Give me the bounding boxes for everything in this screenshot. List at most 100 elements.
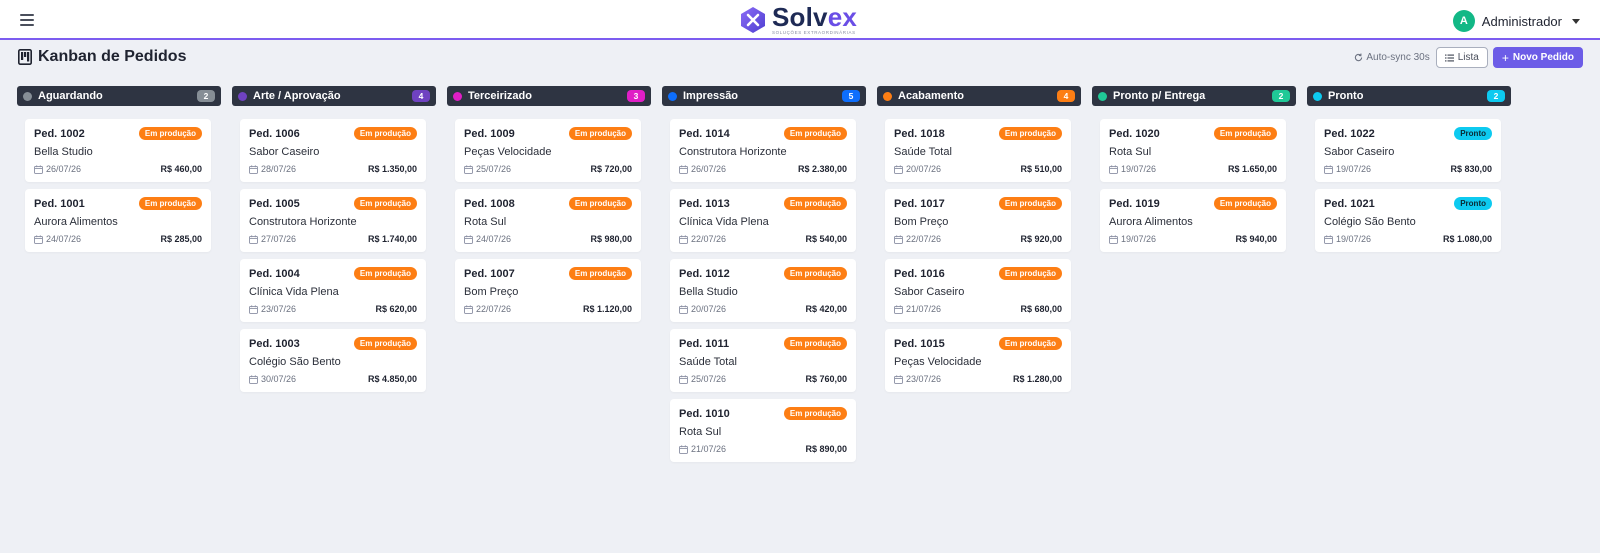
order-card[interactable]: Ped. 1006 Em produção Sabor Caseiro 28/07/2…: [240, 119, 426, 182]
order-id: Ped. 1006: [249, 128, 300, 140]
order-date-text: 23/07/26: [906, 374, 942, 384]
order-card[interactable]: Ped. 1018 Em produção Saúde Total 20/07/26 R…: [885, 119, 1071, 182]
user-name: Administrador: [1481, 13, 1562, 29]
order-date-text: 20/07/26: [906, 164, 942, 174]
calendar-icon: [679, 304, 688, 314]
order-date: 28/07/26: [249, 164, 296, 174]
column-count-badge: 2: [1487, 90, 1505, 102]
kanban-board: Aguardando 2 Ped. 1002 Em produção Bella Stu…: [17, 86, 1522, 469]
order-date-text: 22/07/26: [691, 234, 727, 244]
column-header[interactable]: Acabamento 4: [877, 86, 1081, 106]
order-id: Ped. 1011: [679, 338, 730, 350]
order-card[interactable]: Ped. 1016 Em produção Sabor Caseiro 21/07/2…: [885, 259, 1071, 322]
status-badge: Em produção: [568, 267, 632, 280]
order-date: 19/07/26: [1324, 164, 1371, 174]
user-menu[interactable]: A Administrador: [1452, 10, 1580, 32]
order-id: Ped. 1003: [249, 338, 300, 350]
order-card[interactable]: Ped. 1007 Em produção Bom Preço 22/07/26 R$ …: [455, 259, 641, 322]
order-card[interactable]: Ped. 1017 Em produção Bom Preço 22/07/26 R$ …: [885, 189, 1071, 252]
order-value: R$ 920,00: [1020, 234, 1062, 244]
order-id: Ped. 1004: [249, 268, 300, 280]
client-name: Aurora Alimentos: [34, 216, 118, 228]
order-card[interactable]: Ped. 1004 Em produção Clínica Vida Plena 23…: [240, 259, 426, 322]
list-icon: [1444, 54, 1454, 61]
kanban-column: Impressão 5 Ped. 1014 Em produção Construtor…: [662, 86, 866, 469]
calendar-icon: [1109, 234, 1118, 244]
order-value: R$ 980,00: [590, 234, 632, 244]
order-date-text: 22/07/26: [476, 304, 512, 314]
order-id: Ped. 1010: [679, 408, 730, 420]
order-card[interactable]: Ped. 1022 Pronto Sabor Caseiro 19/07/26 R$ 8…: [1315, 119, 1501, 182]
order-date: 19/07/26: [1324, 234, 1371, 244]
order-id: Ped. 1012: [679, 268, 730, 280]
list-view-label: Lista: [1457, 52, 1479, 63]
order-card[interactable]: Ped. 1001 Em produção Aurora Alimentos 24/0…: [25, 189, 211, 252]
client-name: Construtora Horizonte: [679, 146, 787, 158]
order-id: Ped. 1018: [894, 128, 945, 140]
calendar-icon: [249, 374, 258, 384]
client-name: Rota Sul: [1109, 146, 1152, 158]
order-card[interactable]: Ped. 1014 Em produção Construtora Horizont…: [670, 119, 856, 182]
status-badge: Em produção: [783, 127, 847, 140]
order-value: R$ 1.740,00: [367, 234, 417, 244]
kanban-column: Pronto 2 Ped. 1022 Pronto Sabor Caseiro 19/07…: [1307, 86, 1511, 469]
column-color-dot: [883, 91, 892, 101]
order-card[interactable]: Ped. 1019 Em produção Aurora Alimentos 19/0…: [1100, 189, 1286, 252]
kanban-column: Arte / Aprovação 4 Ped. 1006 Em produção Sab…: [232, 86, 436, 469]
status-badge: Em produção: [353, 127, 417, 140]
brand-logo[interactable]: Solvex SOLUÇÕES EXTRAORDINÁRIAS: [740, 4, 857, 36]
order-card[interactable]: Ped. 1013 Em produção Clínica Vida Plena 22…: [670, 189, 856, 252]
order-card[interactable]: Ped. 1012 Em produção Bella Studio 20/07/26…: [670, 259, 856, 322]
calendar-icon: [249, 234, 258, 244]
column-header[interactable]: Pronto 2: [1307, 86, 1511, 106]
column-count-badge: 4: [1057, 90, 1075, 102]
order-date-text: 24/07/26: [476, 234, 512, 244]
calendar-icon: [1324, 234, 1333, 244]
calendar-icon: [679, 374, 688, 384]
client-name: Colégio São Bento: [249, 356, 341, 368]
column-header[interactable]: Arte / Aprovação 4: [232, 86, 436, 106]
order-card[interactable]: Ped. 1015 Em produção Peças Velocidade 23/0…: [885, 329, 1071, 392]
new-order-button[interactable]: + Novo Pedido: [1492, 47, 1583, 68]
order-value: R$ 1.650,00: [1227, 164, 1277, 174]
order-id: Ped. 1009: [464, 128, 515, 140]
calendar-icon: [464, 234, 473, 244]
client-name: Bella Studio: [679, 286, 738, 298]
order-date-text: 26/07/26: [46, 164, 82, 174]
calendar-icon: [1324, 164, 1333, 174]
order-card[interactable]: Ped. 1010 Em produção Rota Sul 21/07/26 R$ 8…: [670, 399, 856, 462]
order-card[interactable]: Ped. 1003 Em produção Colégio São Bento 30/…: [240, 329, 426, 392]
order-card[interactable]: Ped. 1011 Em produção Saúde Total 25/07/26 R…: [670, 329, 856, 392]
page-header: Kanban de Pedidos Auto-sync 30s Lista + …: [18, 47, 1583, 71]
order-date: 19/07/26: [1109, 164, 1156, 174]
order-date: 22/07/26: [464, 304, 511, 314]
client-name: Saúde Total: [894, 146, 952, 158]
order-date-text: 22/07/26: [906, 234, 942, 244]
logo-wordmark: Solvex: [772, 2, 858, 33]
top-navbar: Solvex SOLUÇÕES EXTRAORDINÁRIAS A Admini…: [0, 0, 1600, 40]
order-date-text: 24/07/26: [46, 234, 82, 244]
order-value: R$ 540,00: [805, 234, 847, 244]
menu-icon[interactable]: [20, 14, 34, 26]
kanban-icon: [18, 49, 32, 65]
column-header[interactable]: Impressão 5: [662, 86, 866, 106]
order-value: R$ 1.350,00: [367, 164, 417, 174]
column-header[interactable]: Aguardando 2: [17, 86, 221, 106]
column-color-dot: [453, 91, 462, 101]
order-card[interactable]: Ped. 1008 Em produção Rota Sul 24/07/26 R$ 9…: [455, 189, 641, 252]
list-view-button[interactable]: Lista: [1435, 47, 1488, 68]
order-card[interactable]: Ped. 1002 Em produção Bella Studio 26/07/26…: [25, 119, 211, 182]
client-name: Saúde Total: [679, 356, 737, 368]
order-card[interactable]: Ped. 1005 Em produção Construtora Horizont…: [240, 189, 426, 252]
column-header[interactable]: Terceirizado 3: [447, 86, 651, 106]
order-card[interactable]: Ped. 1009 Em produção Peças Velocidade 25/0…: [455, 119, 641, 182]
order-date: 26/07/26: [34, 164, 81, 174]
status-badge: Em produção: [998, 267, 1062, 280]
order-card[interactable]: Ped. 1021 Pronto Colégio São Bento 19/07/26…: [1315, 189, 1501, 252]
status-badge: Pronto: [1454, 127, 1492, 140]
column-header[interactable]: Pronto p/ Entrega 2: [1092, 86, 1296, 106]
card-list: Ped. 1020 Em produção Rota Sul 19/07/26 R$ 1…: [1092, 106, 1296, 252]
order-card[interactable]: Ped. 1020 Em produção Rota Sul 19/07/26 R$ 1…: [1100, 119, 1286, 182]
card-list: Ped. 1006 Em produção Sabor Caseiro 28/07/2…: [232, 106, 436, 392]
column-color-dot: [238, 91, 247, 101]
